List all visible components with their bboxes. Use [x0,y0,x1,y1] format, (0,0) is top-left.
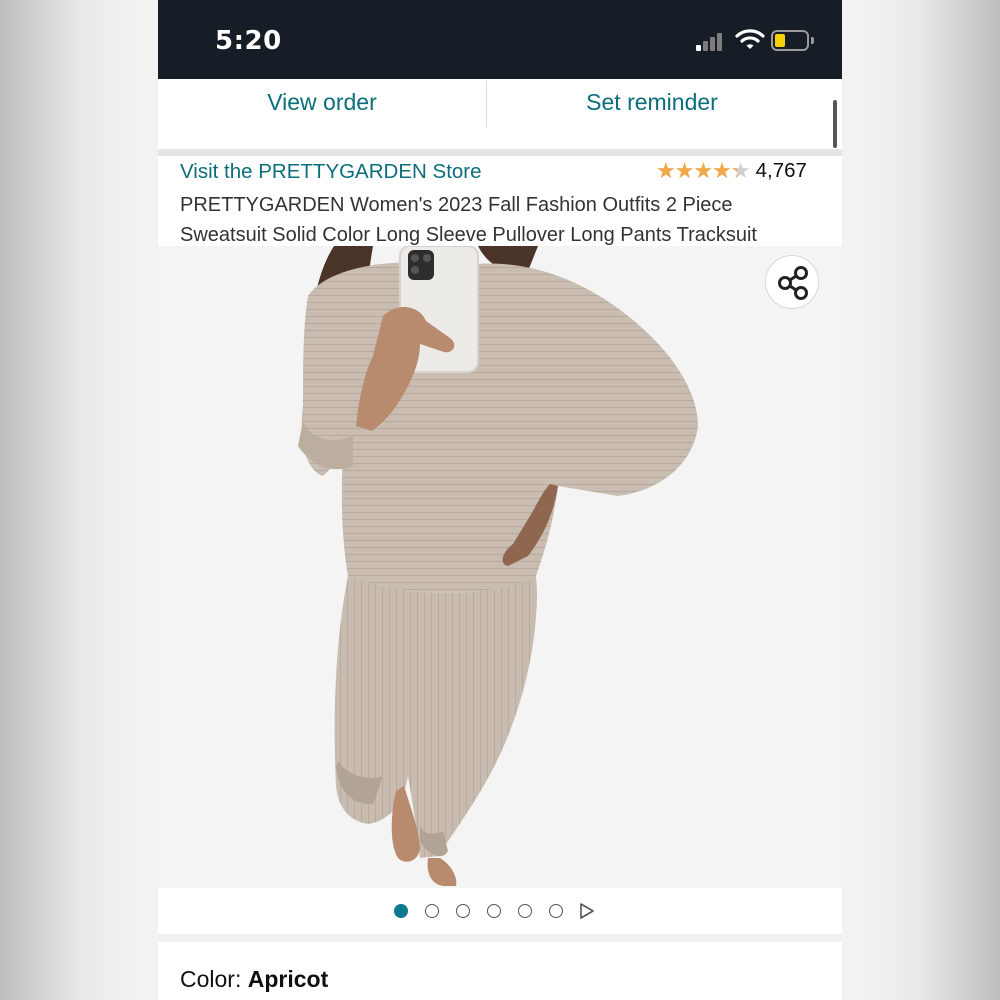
order-action-bar: View order Set reminder [158,79,842,149]
share-button[interactable] [765,255,819,309]
set-reminder-button[interactable]: Set reminder [487,79,817,127]
status-time: 5:20 [215,26,282,56]
phone-screen: 5:20 View order Set reminder Visit the P… [158,0,842,1000]
play-video-icon[interactable] [578,902,596,920]
product-title: PRETTYGARDEN Women's 2023 Fall Fashion O… [180,194,757,246]
section-separator-2 [158,934,842,942]
battery-icon [771,30,809,51]
color-variation: Color: Apricot [180,966,328,993]
scrollbar[interactable] [833,100,837,148]
status-bar: 5:20 [158,0,842,79]
share-icon [778,266,808,300]
store-link[interactable]: Visit the PRETTYGARDEN Store [180,160,482,184]
product-image-gallery[interactable] [158,246,842,888]
rating[interactable]: ★★★★★ ★★★★★ 4,767 [656,158,807,184]
pagination-dot-4[interactable] [487,904,501,918]
image-pagination [158,888,842,934]
rating-count[interactable]: 4,767 [756,159,807,183]
battery-level [775,34,785,47]
pagination-dot-2[interactable] [425,904,439,918]
pagination-dot-5[interactable] [518,904,532,918]
product-header: Visit the PRETTYGARDEN Store ★★★★★ ★★★★★… [158,156,842,246]
wifi-icon [735,29,765,49]
battery-tip [811,37,814,44]
pagination-dot-6[interactable] [549,904,563,918]
pagination-dot-3[interactable] [456,904,470,918]
pagination-dot-1[interactable] [394,904,408,918]
product-image[interactable] [158,246,842,888]
section-separator [158,149,842,156]
cellular-signal-icon [696,31,728,51]
view-order-button[interactable]: View order [158,79,486,127]
color-value: Apricot [247,966,329,992]
star-rating-icon: ★★★★★ ★★★★★ [656,158,751,183]
color-label: Color: [180,966,248,992]
